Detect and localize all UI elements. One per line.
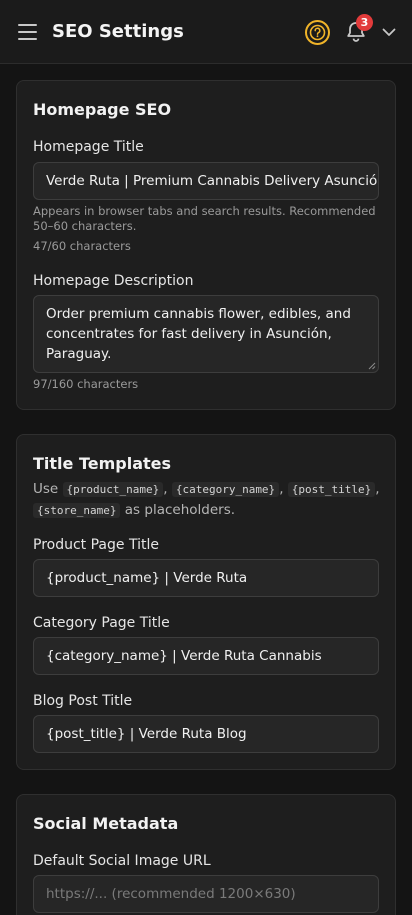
placeholder-description: Use {product_name}, {category_name}, {po…	[33, 481, 380, 518]
social-image-url-input[interactable]: https://... (recommended 1200×630)	[33, 875, 379, 913]
homepage-title-label: Homepage Title	[33, 139, 144, 155]
homepage-title-hint: Appears in browser tabs and search resul…	[33, 204, 376, 233]
help-icon[interactable]	[304, 19, 331, 46]
blog-title-label: Blog Post Title	[33, 693, 133, 709]
title-templates-card: Title Templates Use {product_name}, {cat…	[16, 434, 396, 770]
homepage-description-count: 97/160 characters	[33, 377, 139, 391]
card-title: Title Templates	[33, 454, 172, 473]
homepage-description-label: Homepage Description	[33, 273, 194, 289]
homepage-title-count: 47/60 characters	[33, 239, 131, 253]
card-title: Homepage SEO	[33, 100, 172, 119]
blog-title-input[interactable]: {post_title} | Verde Ruta Blog	[33, 715, 379, 753]
card-title: Social Metadata	[33, 814, 179, 833]
product-title-label: Product Page Title	[33, 537, 159, 553]
homepage-title-input[interactable]: Verde Ruta | Premium Cannabis Delivery A…	[33, 162, 379, 200]
placeholder-code: {product_name}	[62, 482, 164, 497]
resize-grip-icon[interactable]	[368, 362, 376, 370]
placeholder-code: {category_name}	[171, 482, 280, 497]
homepage-description-text: Order premium cannabis flower, edibles, …	[46, 306, 351, 362]
product-title-input[interactable]: {product_name} | Verde Ruta	[33, 559, 379, 597]
category-title-input[interactable]: {category_name} | Verde Ruta Cannabis	[33, 637, 379, 675]
notification-badge: 3	[356, 14, 373, 31]
chevron-down-icon[interactable]	[380, 24, 398, 40]
social-metadata-card: Social Metadata Default Social Image URL…	[16, 794, 396, 915]
category-title-label: Category Page Title	[33, 615, 170, 631]
menu-icon[interactable]	[17, 22, 39, 42]
homepage-description-textarea[interactable]: Order premium cannabis flower, edibles, …	[33, 295, 379, 373]
homepage-seo-card: Homepage SEO Homepage Title Verde Ruta |…	[16, 80, 396, 410]
placeholder-code: {store_name}	[33, 503, 121, 518]
top-bar: SEO Settings 3	[0, 0, 412, 64]
desc-use: Use	[33, 481, 59, 497]
social-image-url-label: Default Social Image URL	[33, 853, 211, 869]
placeholder-code: {post_title}	[287, 482, 376, 497]
page-title: SEO Settings	[52, 21, 184, 42]
desc-suffix: as placeholders.	[124, 502, 236, 518]
